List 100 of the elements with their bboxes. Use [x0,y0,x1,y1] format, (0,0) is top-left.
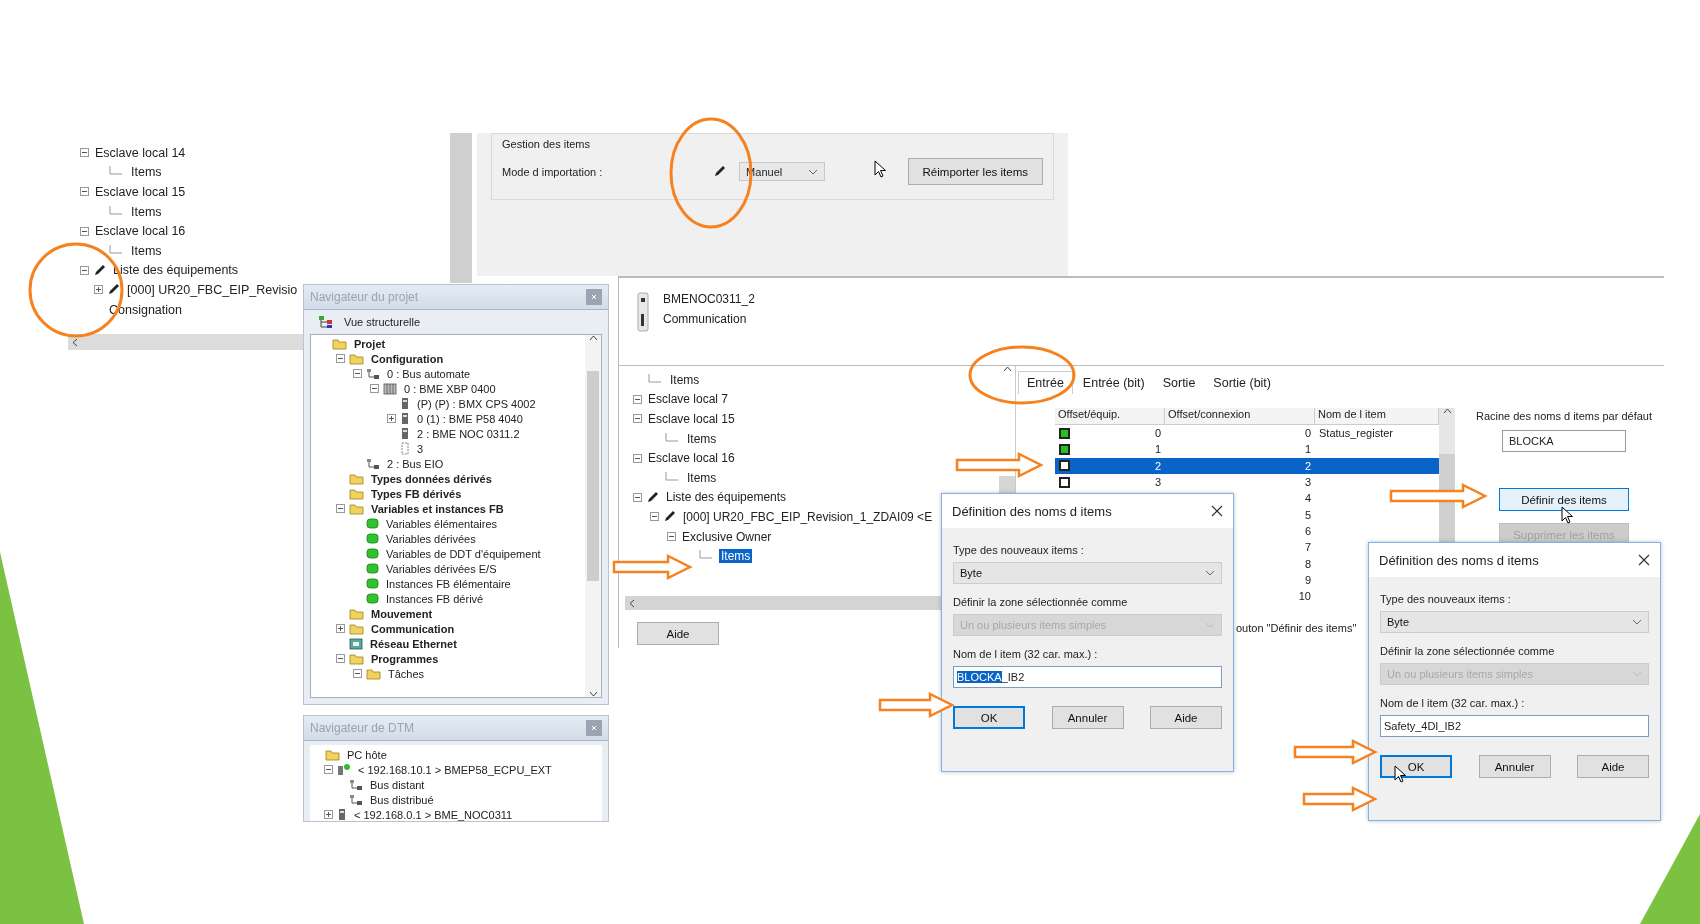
dialog-button[interactable]: Aide [1577,755,1649,778]
tree-item[interactable]: Projet [352,337,388,350]
tree-item[interactable]: Items [685,470,719,485]
tree-item[interactable]: Communication [369,622,457,635]
dialog-button[interactable]: Annuler [1051,706,1124,729]
collapse-icon[interactable] [667,532,676,542]
tree-item[interactable]: Esclave local 16 [646,451,737,466]
collapse-icon[interactable] [650,512,659,522]
scrollbar[interactable] [450,133,472,283]
tree-item[interactable]: Bus distant [368,778,427,791]
expand-icon[interactable] [324,810,333,819]
dialog-button[interactable]: Aide [1150,706,1222,729]
view-tab[interactable]: Vue structurelle [344,316,421,328]
tree-item[interactable]: Esclave local 15 [93,185,188,199]
tree-item[interactable]: 3 [415,442,426,455]
collapse-icon[interactable] [633,453,642,463]
define-items-button[interactable]: Définir des items [1499,488,1629,511]
scroll-left-icon[interactable] [72,337,78,347]
tree-item[interactable]: 0 : Bus automate [385,367,473,380]
tab[interactable]: Entrée [1018,371,1073,394]
scrollbar[interactable] [585,335,601,697]
tree-item[interactable]: Variables dérivées E/S [384,562,499,575]
tab[interactable]: Entrée (bit) [1074,372,1153,394]
expand-icon[interactable] [336,624,345,633]
tree-item[interactable]: (P) (P) : BMX CPS 4002 [415,397,538,410]
tree-item[interactable]: < 192.168.10.1 > BMEP58_ECPU_EXT [356,763,554,776]
item-type-dropdown[interactable]: Byte [1380,611,1649,633]
tree-item[interactable]: Items [719,549,753,564]
collapse-icon[interactable] [633,492,642,502]
column-header[interactable]: Offset/connexion [1165,408,1315,425]
scroll-left-icon[interactable] [629,598,635,608]
tree-item[interactable]: PC hôte [345,748,389,761]
dialog-button[interactable]: OK [1380,755,1452,778]
tree-item[interactable]: Tâches [386,667,427,680]
collapse-icon[interactable] [324,765,333,774]
tree-item[interactable]: Mouvement [369,607,435,620]
selected-cell[interactable]: 2 [1055,457,1165,474]
tree-item[interactable]: Esclave local 7 [646,392,731,407]
collapse-icon[interactable] [336,354,345,363]
root-name-field[interactable]: BLOCKA [1502,430,1626,452]
tree-item[interactable]: Items [668,372,702,387]
tree-item[interactable]: Items [685,431,719,446]
tree-item[interactable]: Liste des équipements [664,490,789,505]
tree-item[interactable]: [000] UR20_FBC_EIP_Revisio [125,282,300,297]
tree-item[interactable]: Bus distribué [368,793,436,806]
collapse-icon[interactable] [353,669,362,678]
tree-item[interactable]: Esclave local 16 [93,224,188,239]
tab[interactable]: Sortie [1154,372,1204,394]
tree-item[interactable]: Configuration [369,352,446,365]
scroll-up-icon[interactable] [588,335,598,341]
tree-item[interactable]: Variables dérivées [384,532,478,545]
help-button[interactable]: Aide [637,622,719,645]
tree-item[interactable]: Instances FB élémentaire [384,577,513,590]
dialog-button[interactable]: OK [953,706,1025,729]
collapse-icon[interactable] [633,414,642,424]
collapse-icon[interactable] [633,394,642,404]
tree-item[interactable]: Esclave local 14 [93,145,188,160]
expand-icon[interactable] [94,285,103,295]
tree-item[interactable]: 0 (1) : BME P58 4040 [415,412,525,425]
tree-item[interactable]: [000] UR20_FBC_EIP_Revision_1_ZDAI09 <E [681,509,935,524]
close-icon[interactable] [1211,505,1223,517]
tab[interactable]: Sortie (bit) [1205,372,1279,394]
reimport-button[interactable]: Réimporter les items [907,158,1043,185]
tree-item[interactable]: < 192.168.0.1 > BME_NOC0311 [352,808,515,821]
tree-item[interactable]: 0 : BME XBP 0400 [402,382,498,395]
scroll-up-icon[interactable] [1002,366,1012,372]
item-type-dropdown[interactable]: Byte [953,562,1222,584]
collapse-icon[interactable] [336,654,345,663]
scroll-up-icon[interactable] [1442,408,1452,414]
column-header[interactable]: Offset/équip. [1055,408,1165,425]
tree-item[interactable]: Variables de DDT d'équipement [384,547,543,560]
selected-cell[interactable]: 2 [1165,457,1315,474]
tree-item[interactable]: Esclave local 15 [646,412,737,426]
scrollbar-thumb[interactable] [587,371,599,581]
collapse-icon[interactable] [80,187,89,197]
collapse-icon[interactable] [370,384,379,393]
tree-item[interactable]: Instances FB dérivé [384,592,486,605]
dialog-button[interactable]: Annuler [1478,755,1551,778]
collapse-icon[interactable] [80,265,89,275]
item-name-field[interactable]: Safety_4DI_IB2 [1380,715,1649,737]
column-header[interactable]: Nom de l item [1315,408,1439,425]
tree-item[interactable]: 2 : Bus EIO [385,457,446,470]
tree-item[interactable]: Variables et instances FB [369,502,506,515]
tree-item[interactable]: Exclusive Owner [680,529,774,544]
collapse-icon[interactable] [353,369,362,378]
tree-item[interactable]: Items [129,243,164,258]
tree-item[interactable]: Items [129,204,164,219]
tree-item[interactable]: Variables élémentaires [384,517,500,530]
scroll-down-icon[interactable] [588,691,598,697]
tree-item[interactable]: Types données dérivés [369,472,494,485]
tree-item[interactable]: Types FB dérivés [369,487,464,500]
tree-item[interactable]: Items [129,165,164,180]
collapse-icon[interactable] [80,226,89,236]
tree-item[interactable]: Programmes [369,652,441,665]
close-icon[interactable] [1638,554,1650,566]
expand-icon[interactable] [387,414,396,423]
collapse-icon[interactable] [336,504,345,513]
collapse-icon[interactable] [80,148,89,158]
tree-item[interactable]: Réseau Ethernet [368,637,459,650]
tree-item[interactable]: 2 : BME NOC 0311.2 [415,427,522,440]
